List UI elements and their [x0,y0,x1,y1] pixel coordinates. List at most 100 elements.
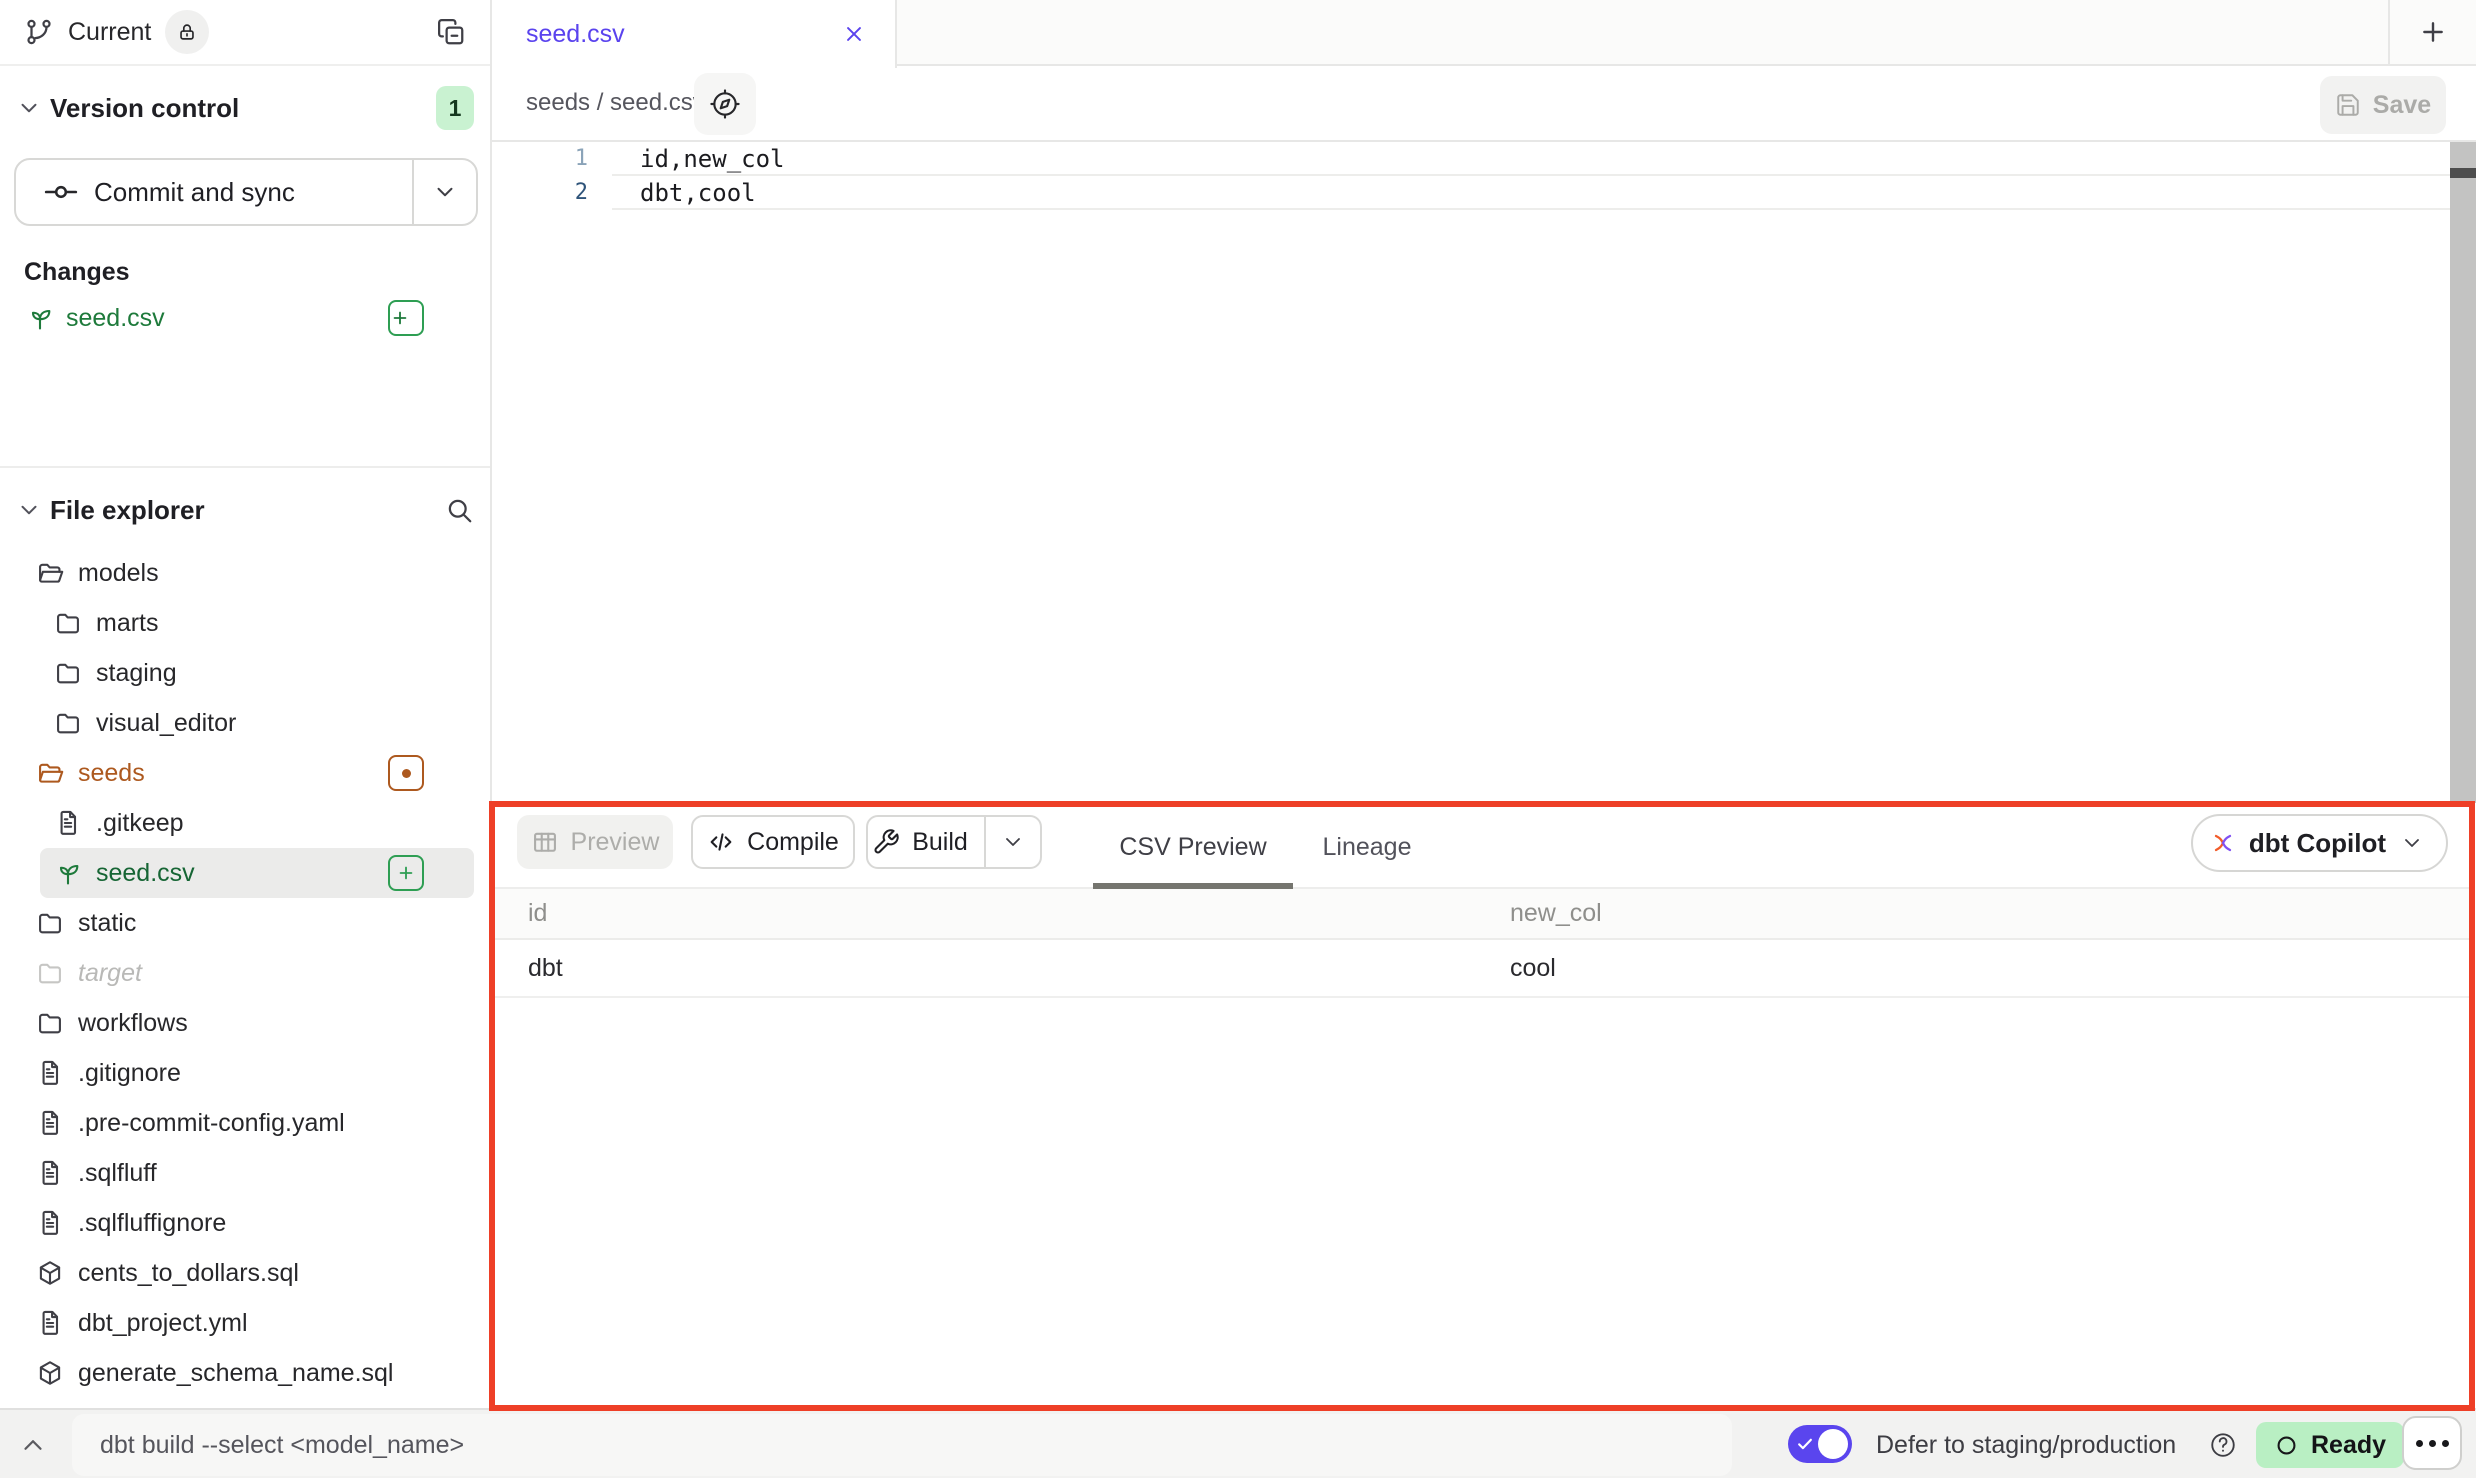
line-text: id,new_col [640,142,785,176]
branch-name[interactable]: Current [68,18,151,47]
commit-main[interactable]: Commit and sync [16,160,412,224]
file-item-dbt_project.yml[interactable]: dbt_project.yml [0,1298,490,1348]
folder-icon [36,1009,64,1037]
plus-icon [396,863,416,883]
added-file-indicator [388,300,424,336]
breadcrumb-bar: seeds / seed.csv Save [492,66,2476,142]
file-item-label: models [78,559,159,588]
file-item-label: marts [96,609,159,638]
column-header: new_col [1510,889,1602,938]
file-item-label: .sqlfluff [78,1159,157,1188]
folder-open-icon [36,759,64,787]
file-item-seeds[interactable]: seeds [0,748,490,798]
file-item-models[interactable]: models [0,548,490,598]
new-tab-button[interactable] [2388,0,2476,64]
file-icon [36,1309,64,1337]
preview-button[interactable]: Preview [517,815,673,869]
code-line[interactable]: 2dbt,cool [492,176,2450,210]
file-search-button[interactable] [444,495,474,525]
version-control-title: Version control [50,93,239,124]
search-icon [444,495,474,525]
expand-console-button[interactable] [18,1430,48,1460]
folder-icon [54,709,82,737]
overflow-menu-button[interactable] [2402,1416,2462,1470]
file-item-cents_to_dollars.sql[interactable]: cents_to_dollars.sql [0,1248,490,1298]
file-item-label: .sqlfluffignore [78,1209,226,1238]
explore-button[interactable] [694,73,756,135]
added-file-indicator [388,855,424,891]
check-icon [1795,1434,1815,1454]
file-item-.sqlfluffignore[interactable]: .sqlfluffignore [0,1198,490,1248]
file-item-seed.csv[interactable]: seed.csv [40,848,474,898]
file-item-.pre-commit-config.yaml[interactable]: .pre-commit-config.yaml [0,1098,490,1148]
save-button[interactable]: Save [2320,76,2446,134]
compile-label: Compile [747,828,839,857]
file-item-generate_schema_name.sql[interactable]: generate_schema_name.sql [0,1348,490,1398]
build-split-button[interactable]: Build [866,815,1042,869]
duplicate-button[interactable] [436,17,466,47]
file-item-staging[interactable]: staging [0,648,490,698]
chevron-down-icon[interactable] [16,497,42,523]
commit-options-button[interactable] [412,160,476,224]
plus-icon [390,308,410,328]
version-control-header[interactable]: Version control 1 [0,84,490,132]
table-icon [531,828,559,856]
editor-pane: seed.csv seeds / seed.csv Save 1id,new_c… [492,0,2476,803]
defer-toggle[interactable] [1788,1425,1852,1463]
editor-scrollbar[interactable] [2450,142,2476,803]
tab-lineage[interactable]: Lineage [1287,807,1447,887]
chevron-down-icon[interactable] [16,95,42,121]
file-item-label: generate_schema_name.sql [78,1359,393,1388]
defer-help-button[interactable] [2208,1430,2238,1460]
table-cell: dbt [528,940,563,996]
file-item-label: .gitignore [78,1059,181,1088]
chevron-down-icon [2400,831,2424,855]
file-item-target[interactable]: target [0,948,490,998]
tab-seed-csv[interactable]: seed.csv [492,0,897,68]
plus-icon [2417,16,2449,48]
dbt-copilot-label: dbt Copilot [2249,828,2386,859]
build-options-button[interactable] [984,817,1040,867]
file-item-label: cents_to_dollars.sql [78,1259,299,1288]
seed-icon [54,859,82,887]
file-item-workflows[interactable]: workflows [0,998,490,1048]
commit-icon [44,175,78,209]
file-item-.gitkeep[interactable]: .gitkeep [0,798,490,848]
scrollbar-thumb[interactable] [2450,168,2476,178]
file-item-marts[interactable]: marts [0,598,490,648]
file-item-.gitignore[interactable]: .gitignore [0,1048,490,1098]
line-number: 2 [492,176,588,210]
build-button[interactable]: Build [868,817,972,867]
csv-preview-table: idnew_coldbtcool [495,889,2469,998]
dbt-copilot-icon [2211,831,2235,855]
code-line[interactable]: 1id,new_col [492,142,2450,176]
dot-icon [402,769,411,778]
changes-heading: Changes [24,258,130,287]
file-explorer-header[interactable]: File explorer [0,486,490,534]
file-item-visual_editor[interactable]: visual_editor [0,698,490,748]
changed-file-row[interactable]: seed.csv [0,296,490,340]
chevron-up-icon [18,1430,48,1460]
compile-button[interactable]: Compile [691,815,855,869]
ellipsis-icon [2416,1440,2423,1447]
column-header: id [528,889,547,938]
save-icon [2335,92,2361,118]
dbt-copilot-button[interactable]: dbt Copilot [2191,814,2448,872]
sidebar: Current Version control 1 Commit and syn… [0,0,492,1408]
code-editor[interactable]: 1id,new_col2dbt,cool [492,142,2450,803]
commit-and-sync-button[interactable]: Commit and sync [14,158,478,226]
file-item-label: dbt_project.yml [78,1309,248,1338]
folder-open-icon [36,559,64,587]
tab-csv-preview[interactable]: CSV Preview [1093,807,1293,887]
status-badge[interactable]: Ready [2256,1422,2404,1468]
file-item-label: visual_editor [96,709,236,738]
question-icon [2208,1430,2238,1460]
folder-icon [54,609,82,637]
command-input[interactable]: dbt build --select <model_name> [72,1414,1732,1476]
branch-bar: Current [0,0,490,66]
file-item-static[interactable]: static [0,898,490,948]
file-item-.sqlfluff[interactable]: .sqlfluff [0,1148,490,1198]
changed-file-name: seed.csv [66,304,165,333]
tab-close-button[interactable] [841,21,867,47]
file-tree: modelsmartsstagingvisual_editorseeds.git… [0,548,490,1398]
